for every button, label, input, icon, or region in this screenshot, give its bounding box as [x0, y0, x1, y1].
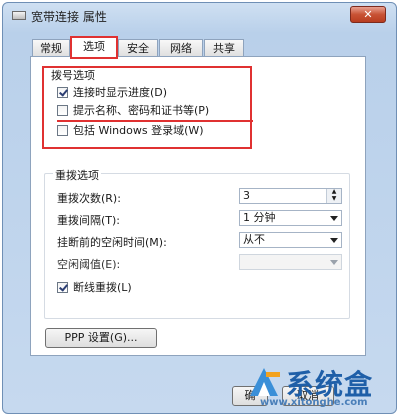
redial-attempts-value: 3: [243, 189, 250, 202]
redial-if-dropped-checkbox[interactable]: 断线重拨(L): [57, 280, 132, 294]
site-watermark: 系统盒 www.xitonghe.com: [246, 362, 396, 412]
tab-security[interactable]: 安全: [118, 39, 158, 57]
idle-threshold-select: [239, 254, 342, 270]
tab-sharing[interactable]: 共享: [204, 39, 244, 57]
checkbox-box[interactable]: [57, 104, 68, 116]
tab-general[interactable]: 常规: [32, 39, 70, 57]
window-title: 宽带连接 属性: [31, 10, 107, 24]
close-button[interactable]: ✕: [350, 6, 386, 23]
prompt-credentials-label: 提示名称、密码和证书等(P): [73, 104, 210, 117]
redial-options-label: 重拨选项: [53, 167, 101, 183]
title-bar[interactable]: 宽带连接 属性 ✕: [3, 3, 396, 29]
redial-interval-value: 1 分钟: [243, 211, 276, 224]
checkbox-box[interactable]: [57, 86, 68, 98]
chevron-down-icon: [330, 216, 338, 221]
redial-attempts-stepper[interactable]: 3 ▲ ▼: [239, 188, 342, 204]
checkbox-box[interactable]: [57, 281, 68, 293]
include-logon-domain-label: 包括 Windows 登录域(W): [73, 124, 204, 137]
network-connection-icon: [12, 11, 26, 20]
options-panel: 拨号选项 连接时显示进度(D) 提示名称、密码和证书等(P) 包括 Window…: [30, 56, 366, 356]
redial-if-dropped-label: 断线重拨(L): [73, 281, 132, 294]
checkbox-box[interactable]: [57, 124, 68, 136]
tab-options[interactable]: 选项: [70, 36, 118, 59]
redial-interval-label: 重拨间隔(T):: [57, 214, 121, 227]
include-logon-domain-checkbox[interactable]: 包括 Windows 登录域(W): [57, 123, 204, 137]
chevron-down-icon: [330, 238, 338, 243]
chevron-down-icon[interactable]: ▼: [327, 196, 341, 203]
redial-interval-select[interactable]: 1 分钟: [239, 210, 342, 226]
show-progress-checkbox[interactable]: 连接时显示进度(D): [57, 85, 167, 99]
watermark-url: www.xitonghe.com: [260, 397, 368, 408]
redial-attempts-label: 重拨次数(R):: [57, 192, 121, 205]
idle-before-hangup-value: 从不: [243, 233, 265, 246]
chevron-down-icon: [330, 260, 338, 265]
idle-before-hangup-select[interactable]: 从不: [239, 232, 342, 248]
ppp-settings-button[interactable]: PPP 设置(G)...: [45, 328, 157, 348]
prompt-credentials-checkbox[interactable]: 提示名称、密码和证书等(P): [57, 103, 209, 117]
watermark-logo-icon: [250, 368, 280, 396]
stepper-buttons[interactable]: ▲ ▼: [326, 189, 341, 203]
show-progress-label: 连接时显示进度(D): [73, 86, 168, 99]
close-icon: ✕: [363, 8, 373, 21]
idle-threshold-label: 空闲阈值(E):: [57, 258, 121, 271]
tab-networking[interactable]: 网络: [159, 39, 203, 57]
idle-before-hangup-label: 挂断前的空闲时间(M):: [57, 236, 167, 249]
dial-options-label: 拨号选项: [49, 67, 97, 83]
